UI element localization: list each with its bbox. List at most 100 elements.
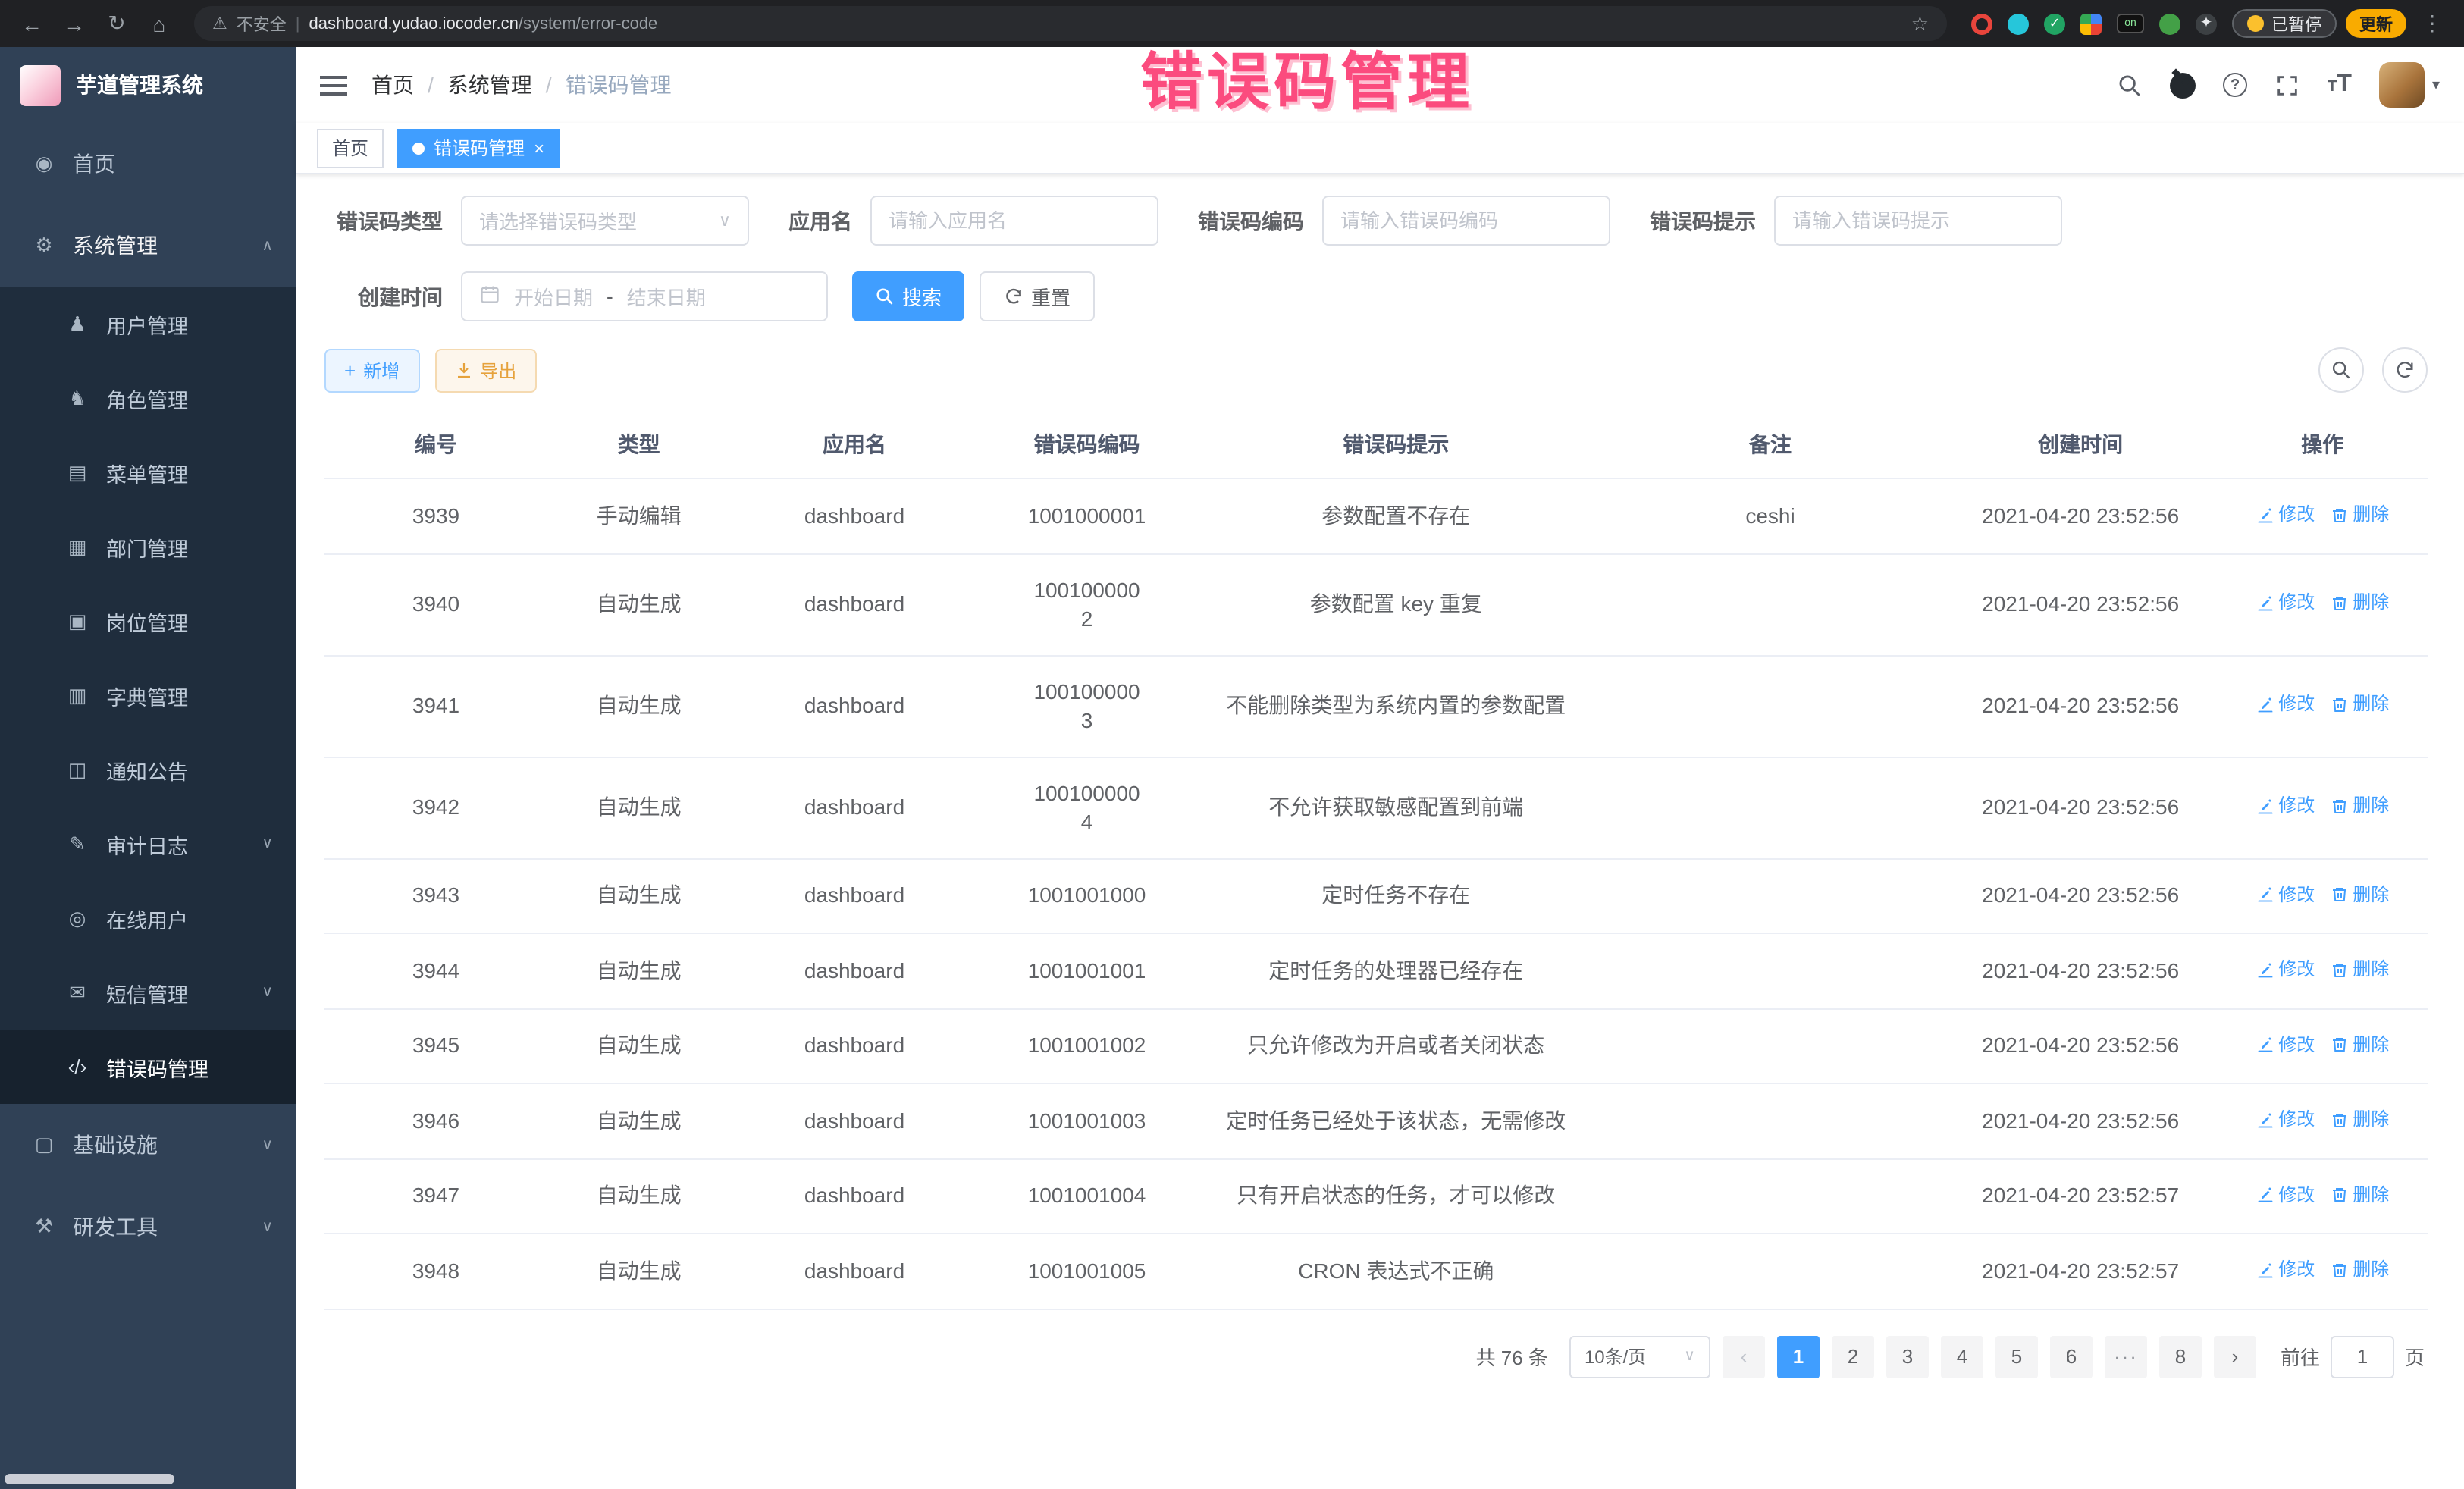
edit-link[interactable]: 修改 bbox=[2256, 691, 2315, 719]
table-mini-actions bbox=[2318, 347, 2428, 393]
address-bar[interactable]: ⚠ 不安全 | dashboard.yudao.iocoder.cn/syste… bbox=[194, 6, 1947, 41]
delete-link[interactable]: 删除 bbox=[2330, 1105, 2389, 1134]
pager-page-2[interactable]: 2 bbox=[1832, 1335, 1874, 1378]
pager-page-5[interactable]: 5 bbox=[1995, 1335, 2038, 1378]
edit-link[interactable]: 修改 bbox=[2256, 1105, 2315, 1134]
breadcrumb-system[interactable]: 系统管理 bbox=[447, 70, 532, 100]
extension-icon-grid[interactable] bbox=[2080, 13, 2102, 34]
help-icon[interactable]: ? bbox=[2223, 73, 2247, 97]
delete-link[interactable]: 删除 bbox=[2330, 880, 2389, 909]
fullscreen-icon[interactable] bbox=[2274, 72, 2300, 98]
edit-link[interactable]: 修改 bbox=[2256, 880, 2315, 909]
extension-icon-check[interactable]: ✓ bbox=[2044, 13, 2065, 34]
reload-icon[interactable]: ↻ bbox=[100, 11, 133, 36]
cell-code: 1001001002 bbox=[979, 1008, 1196, 1083]
delete-link[interactable]: 删除 bbox=[2330, 792, 2389, 821]
sidebar-item-audit-logs[interactable]: ✎审计日志∨ bbox=[0, 807, 296, 881]
edit-icon bbox=[2256, 506, 2274, 524]
tab-home[interactable]: 首页 bbox=[317, 128, 384, 168]
extension-icon-leaf[interactable] bbox=[2159, 13, 2180, 34]
sidebar-scrollbar[interactable] bbox=[5, 1474, 174, 1484]
add-button[interactable]: + 新增 bbox=[324, 348, 419, 392]
date-range-picker[interactable]: 开始日期 - 结束日期 bbox=[461, 271, 828, 321]
sidebar-item-home[interactable]: ◉首页 bbox=[0, 123, 296, 205]
next-page-button[interactable]: › bbox=[2214, 1335, 2256, 1378]
extension-icon-teal[interactable] bbox=[2008, 13, 2029, 34]
pager-page-8[interactable]: 8 bbox=[2159, 1335, 2202, 1378]
edit-link[interactable]: 修改 bbox=[2256, 1255, 2315, 1284]
delete-icon bbox=[2330, 1261, 2348, 1279]
toggle-search-button[interactable] bbox=[2318, 347, 2364, 393]
home-icon[interactable]: ⌂ bbox=[143, 11, 176, 36]
edit-link[interactable]: 修改 bbox=[2256, 1180, 2315, 1209]
extension-icon-red[interactable] bbox=[1971, 13, 1992, 34]
pager-page-3[interactable]: 3 bbox=[1886, 1335, 1929, 1378]
app-name-input[interactable] bbox=[870, 196, 1158, 246]
breadcrumb-separator: / bbox=[428, 73, 434, 97]
error-type-select[interactable]: 请选择错误码类型 ∨ bbox=[461, 196, 749, 246]
breadcrumb-home[interactable]: 首页 bbox=[371, 70, 414, 100]
tab-error-code[interactable]: 错误码管理 × bbox=[397, 128, 560, 168]
sidebar-item-roles[interactable]: ♞角色管理 bbox=[0, 361, 296, 435]
sidebar-item-online-users[interactable]: ◎在线用户 bbox=[0, 881, 296, 955]
role-icon: ♞ bbox=[65, 386, 89, 410]
reset-button[interactable]: 重置 bbox=[980, 271, 1095, 321]
pager-page-4[interactable]: 4 bbox=[1941, 1335, 1983, 1378]
sidebar-item-error-codes[interactable]: ‹/›错误码管理 bbox=[0, 1030, 296, 1104]
pager-more-button[interactable]: ··· bbox=[2105, 1335, 2147, 1378]
cell-msg: 参数配置不存在 bbox=[1195, 478, 1597, 553]
error-code-input[interactable] bbox=[1322, 196, 1610, 246]
refresh-table-button[interactable] bbox=[2382, 347, 2428, 393]
back-icon[interactable]: ← bbox=[15, 11, 49, 36]
pager-page-6[interactable]: 6 bbox=[2050, 1335, 2093, 1378]
cell-msg: 定时任务不存在 bbox=[1195, 858, 1597, 933]
cell-type: 手动编辑 bbox=[547, 478, 730, 553]
cell-id: 3946 bbox=[324, 1083, 547, 1158]
forward-icon[interactable]: → bbox=[58, 11, 91, 36]
edit-link[interactable]: 修改 bbox=[2256, 792, 2315, 821]
sidebar-item-notices[interactable]: ◫通知公告 bbox=[0, 732, 296, 807]
sidebar-item-infrastructure[interactable]: ▢基础设施∨ bbox=[0, 1104, 296, 1186]
edit-link[interactable]: 修改 bbox=[2256, 1030, 2315, 1059]
delete-link[interactable]: 删除 bbox=[2330, 1180, 2389, 1209]
github-icon[interactable] bbox=[2170, 72, 2196, 98]
goto-suffix: 页 bbox=[2405, 1342, 2425, 1371]
sidebar-item-menus[interactable]: ▤菜单管理 bbox=[0, 435, 296, 509]
paused-chip[interactable]: 已暂停 bbox=[2232, 9, 2337, 38]
delete-link[interactable]: 删除 bbox=[2330, 500, 2389, 529]
hamburger-icon[interactable] bbox=[320, 75, 347, 95]
edit-link[interactable]: 修改 bbox=[2256, 589, 2315, 618]
delete-link[interactable]: 删除 bbox=[2330, 1030, 2389, 1059]
kebab-menu-icon[interactable]: ⋮ bbox=[2415, 11, 2449, 36]
sidebar-item-departments[interactable]: ▦部门管理 bbox=[0, 509, 296, 584]
font-size-icon[interactable]: TT bbox=[2328, 71, 2352, 99]
sidebar-item-dictionaries[interactable]: ▥字典管理 bbox=[0, 658, 296, 732]
sidebar-item-sms[interactable]: ✉短信管理∨ bbox=[0, 955, 296, 1030]
edit-link[interactable]: 修改 bbox=[2256, 500, 2315, 529]
delete-link[interactable]: 删除 bbox=[2330, 1255, 2389, 1284]
export-button[interactable]: 导出 bbox=[434, 348, 536, 392]
sidebar-logo-row[interactable]: 芋道管理系统 bbox=[0, 47, 296, 123]
search-icon[interactable] bbox=[2117, 72, 2143, 98]
user-menu[interactable]: ▾ bbox=[2379, 62, 2440, 108]
pager-page-1[interactable]: 1 bbox=[1777, 1335, 1820, 1378]
chevron-down-icon: ∨ bbox=[262, 1136, 273, 1153]
bookmark-star-icon[interactable]: ☆ bbox=[1911, 11, 1929, 36]
edit-link[interactable]: 修改 bbox=[2256, 955, 2315, 984]
delete-link[interactable]: 删除 bbox=[2330, 589, 2389, 618]
sidebar-item-positions[interactable]: ▣岗位管理 bbox=[0, 584, 296, 658]
sidebar-item-dev-tools[interactable]: ⚒研发工具∨ bbox=[0, 1186, 296, 1268]
update-button[interactable]: 更新 bbox=[2346, 9, 2406, 38]
page-size-select[interactable]: 10条/页 ∨ bbox=[1569, 1335, 1710, 1378]
prev-page-button[interactable]: ‹ bbox=[1723, 1335, 1765, 1378]
error-hint-input[interactable] bbox=[1774, 196, 2062, 246]
search-button[interactable]: 搜索 bbox=[852, 271, 964, 321]
extension-icon-on[interactable]: on bbox=[2117, 14, 2144, 33]
goto-page-input[interactable] bbox=[2331, 1335, 2394, 1378]
delete-link[interactable]: 删除 bbox=[2330, 691, 2389, 719]
sidebar-item-users[interactable]: ♟用户管理 bbox=[0, 287, 296, 361]
sidebar-item-system[interactable]: ⚙系统管理∧ bbox=[0, 205, 296, 287]
delete-link[interactable]: 删除 bbox=[2330, 955, 2389, 984]
close-icon[interactable]: × bbox=[534, 139, 544, 157]
extension-icon-pinwheel[interactable]: ✦ bbox=[2196, 13, 2217, 34]
